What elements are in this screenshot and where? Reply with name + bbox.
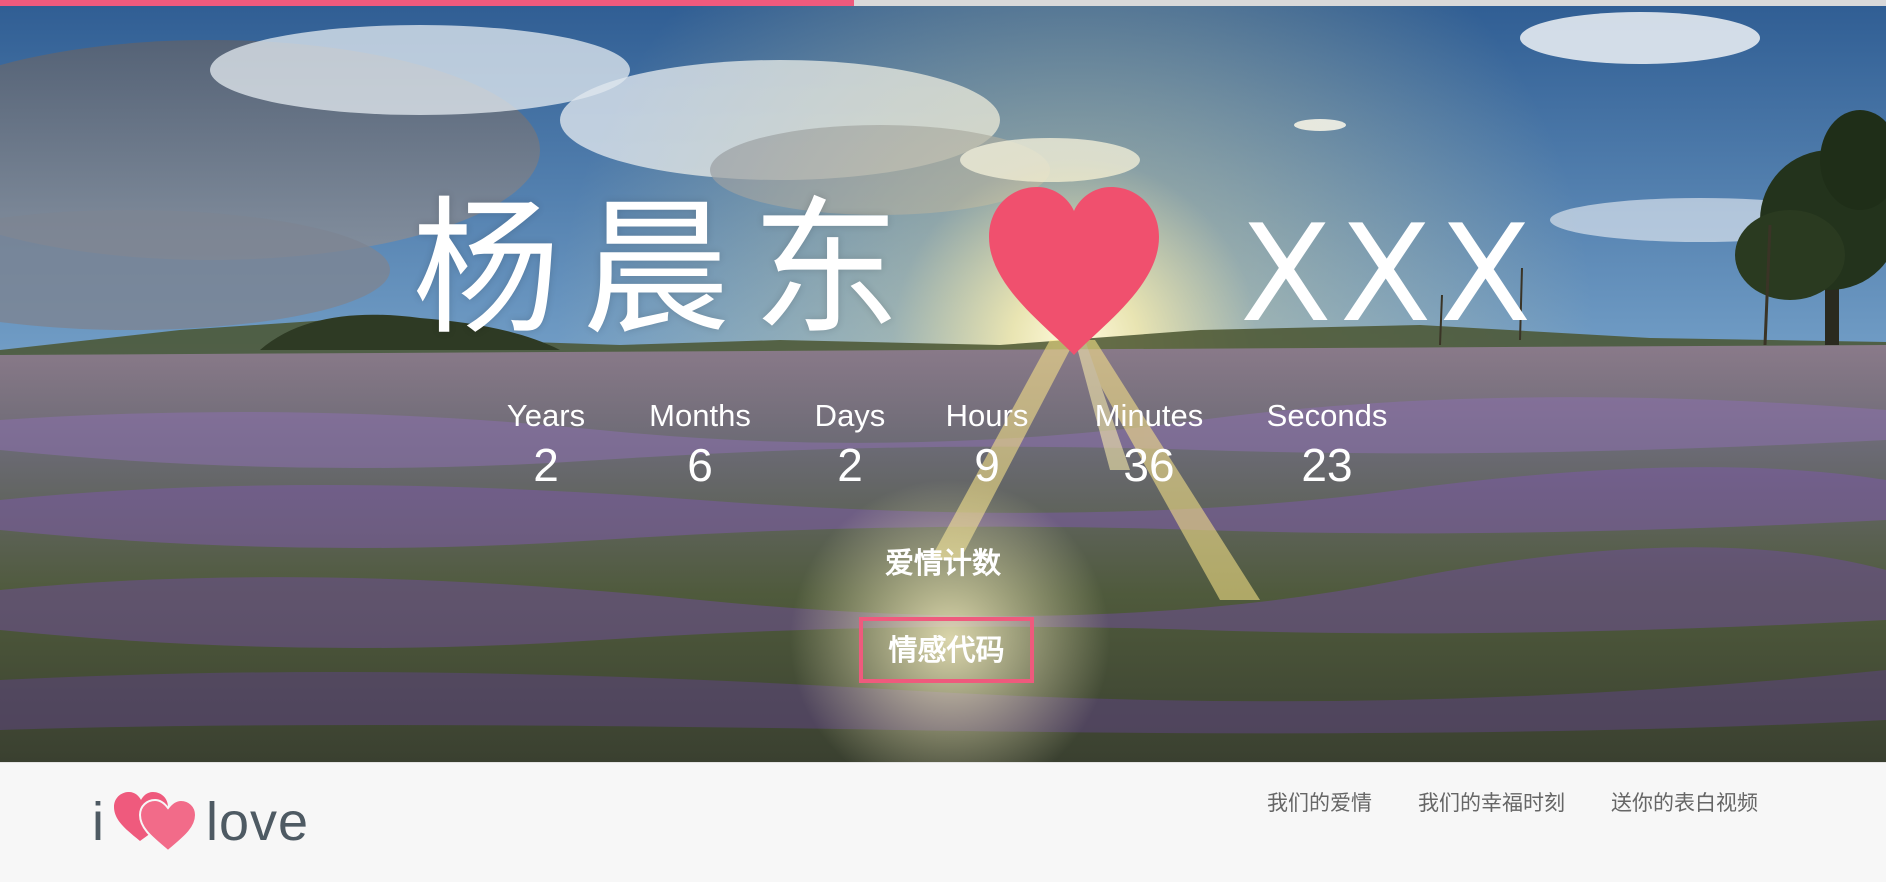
counter-minutes: Minutes 36 [1095,395,1204,493]
nav-confession-video[interactable]: 送你的表白视频 [1611,787,1758,819]
counter-hours-value: 9 [974,439,1000,491]
heart-icon [989,187,1159,355]
nav-happy-moments[interactable]: 我们的幸福时刻 [1418,787,1565,819]
counter-months: Months 6 [649,395,751,493]
scroll-progress-fill [0,0,855,6]
counter-days-value: 2 [837,439,863,491]
emotion-code-button[interactable]: 情感代码 [859,617,1034,683]
couple-title: 杨晨东 XXX [0,185,1886,370]
counter-seconds-value: 23 [1301,439,1353,491]
ilove-logo[interactable]: i love [92,787,332,853]
counter-months-value: 6 [687,439,713,491]
counter-days-label: Days [814,398,886,433]
scroll-progress-bar [0,0,1886,6]
counter-hours-label: Hours [945,398,1029,433]
nav-our-love[interactable]: 我们的爱情 [1267,787,1372,819]
page: 杨晨东 XXX Years 2 Months 6 Days 2 Hours 9 [0,0,1886,882]
love-count-label: 爱情计数 [884,546,1001,580]
name-left: 杨晨东 [412,183,922,355]
counter-months-label: Months [649,398,751,433]
counter-seconds: Seconds 23 [1267,395,1388,493]
logo-prefix: i [92,792,104,852]
counter-years: Years 2 [507,395,585,493]
counter-minutes-value: 36 [1123,439,1175,491]
bottom-navbar: i love 我们的爱情 我们的幸福时刻 送你的表白视频 [0,762,1886,882]
counter-minutes-label: Minutes [1094,398,1204,433]
footer-nav: 我们的爱情 我们的幸福时刻 送你的表白视频 [1267,787,1758,819]
counter-days: Days 2 [815,395,886,493]
love-counter: Years 2 Months 6 Days 2 Hours 9 Minutes … [0,395,1886,505]
hero-section: 杨晨东 XXX Years 2 Months 6 Days 2 Hours 9 [0,0,1886,762]
name-right: XXX [1240,196,1540,352]
counter-years-value: 2 [533,439,559,491]
logo-word: love [206,792,310,852]
counter-years-label: Years [506,398,586,433]
counter-hours: Hours 9 [946,395,1029,493]
double-heart-icon [114,792,198,853]
counter-seconds-label: Seconds [1266,398,1388,433]
